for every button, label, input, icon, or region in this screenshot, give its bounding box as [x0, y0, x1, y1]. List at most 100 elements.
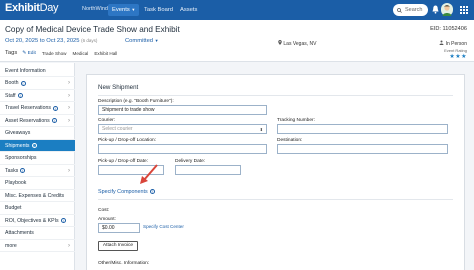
tag-chip[interactable]: Medical: [73, 51, 89, 56]
sidebar-item-giveaways[interactable]: Giveaways: [0, 128, 75, 140]
sidebar-item-label: Sponsorships: [5, 155, 37, 161]
rating-label: Event Rating: [444, 48, 467, 53]
sidebar-item-label: Shipments: [5, 142, 30, 149]
amount-label: Amount:: [98, 217, 116, 222]
info-icon[interactable]: i: [60, 218, 66, 223]
date-separator: to: [39, 38, 45, 44]
other-info-label: Other/Misc. Information:: [98, 261, 150, 266]
tracking-label: Tracking Number:: [277, 118, 315, 123]
sidebar-item-misc-expenses-credits[interactable]: Misc. Expenses & Credits: [0, 190, 75, 202]
sidebar-item-attachments[interactable]: Attachments: [0, 228, 75, 240]
delivery-date-label: Delivery Date:: [175, 159, 206, 164]
sidebar-item-label: Travel Reservations: [5, 105, 51, 111]
tags-label: Tags: [5, 50, 18, 56]
chevron-right-icon: ›: [68, 80, 70, 86]
event-location: Las Vegas, NV: [278, 40, 316, 47]
sidebar-item-more[interactable]: more ›: [0, 240, 75, 252]
chevron-down-icon: ▼: [154, 38, 159, 43]
sidebar-item-label: more: [5, 242, 17, 249]
tracking-input[interactable]: [277, 124, 448, 134]
divider: [98, 95, 453, 96]
info-icon[interactable]: i: [31, 143, 37, 148]
status-dropdown[interactable]: Committed ▼: [125, 38, 159, 44]
specify-components-heading: Specify Components?: [98, 189, 155, 195]
tag-chip[interactable]: Trade Show: [42, 51, 67, 56]
sidebar-item-label: Tasks: [5, 167, 19, 174]
chevron-right-icon: ›: [68, 167, 70, 174]
sidebar-item-tasks[interactable]: Tasks i ›: [0, 165, 75, 177]
tag-chip[interactable]: Exhibit Hall: [94, 51, 117, 56]
sidebar-item-label: ROI, Objectives & KPIs: [5, 217, 59, 224]
chevron-right-icon: ›: [68, 92, 70, 99]
sidebar-item-budget[interactable]: Budget: [0, 203, 75, 215]
search-icon: [397, 7, 402, 13]
date-end: Oct 23, 2025: [46, 38, 80, 44]
info-icon[interactable]: i: [20, 168, 26, 173]
sidebar-item-label: Misc. Expenses & Credits: [5, 192, 65, 199]
date-duration: (6 days): [81, 38, 98, 43]
nav-events[interactable]: Events ▼: [108, 4, 140, 16]
sidebar-item-label: Giveaways: [5, 130, 31, 136]
info-icon[interactable]: i: [20, 80, 26, 86]
info-icon[interactable]: i: [52, 105, 58, 111]
bell-icon[interactable]: [432, 5, 439, 14]
courier-placeholder: Select courier: [102, 126, 133, 132]
attach-invoice-button[interactable]: Attach Invoice: [98, 241, 138, 251]
select-arrows-icon: ⬍: [259, 127, 263, 132]
sidebar-item-label: Playbook: [5, 180, 27, 186]
chevron-right-icon: ›: [68, 242, 70, 249]
amount-input[interactable]: $0.00: [98, 223, 140, 233]
rating-stars: ★★★: [449, 54, 467, 60]
info-icon[interactable]: i: [17, 93, 23, 98]
event-rating[interactable]: Event Rating ★★★: [444, 48, 467, 60]
event-header: Copy of Medical Device Trade Show and Ex…: [0, 20, 474, 62]
nav-task-board[interactable]: Task Board: [140, 4, 177, 16]
status-label: Committed: [125, 38, 154, 44]
destination-input[interactable]: [277, 144, 448, 154]
specify-cost-center-link[interactable]: Specify Cost Center: [143, 224, 184, 229]
divider: [98, 199, 453, 200]
sidebar-item-event-information[interactable]: Event Information: [0, 65, 75, 77]
person-icon: [439, 40, 444, 45]
description-input[interactable]: Shipment to trade show: [98, 105, 267, 115]
format-text: In Person: [445, 41, 467, 47]
courier-select[interactable]: Select courier ⬍: [98, 124, 267, 134]
page-title: Copy of Medical Device Trade Show and Ex…: [5, 25, 180, 34]
sidebar-item-asset-reservations[interactable]: Asset Reservations i ›: [0, 115, 75, 127]
components-label: Specify Components: [98, 189, 148, 195]
top-bar: ExhibitDay NorthWind Star▼ Events ▼ Task…: [0, 0, 474, 20]
help-icon[interactable]: ?: [149, 189, 155, 194]
nav-events-label: Events: [112, 7, 130, 13]
event-id: EID: 11052406: [430, 26, 467, 32]
panel-title: New Shipment: [98, 84, 139, 91]
logo-accent-text: Day: [39, 2, 59, 14]
sidebar-item-shipments[interactable]: Shipments i: [0, 140, 75, 152]
app-logo[interactable]: ExhibitDay: [5, 2, 59, 14]
sidebar-item-booth[interactable]: Booth i ›: [0, 78, 75, 90]
sidebar-item-sponsorships[interactable]: Sponsorships: [0, 153, 75, 165]
sidebar-item-label: Booth: [5, 80, 19, 86]
sidebar-item-roi-objectives-kpis[interactable]: ROI, Objectives & KPIs i: [0, 215, 75, 227]
apps-grid-icon[interactable]: [460, 6, 468, 14]
event-dates[interactable]: Oct 20, 2025 to Oct 23, 2025 (6 days): [5, 38, 97, 44]
map-pin-icon: [278, 40, 282, 45]
sidebar-item-label: Budget: [5, 205, 22, 211]
sidebar-item-staff[interactable]: Staff i ›: [0, 90, 75, 102]
sidebar-item-travel-reservations[interactable]: Travel Reservations i ›: [0, 103, 75, 115]
edit-tags-button[interactable]: ✎ Edit: [22, 51, 36, 56]
avatar[interactable]: [441, 3, 453, 16]
info-icon[interactable]: i: [51, 118, 57, 123]
pickup-location-input[interactable]: [98, 144, 267, 154]
tags-row: Tags ✎ Edit Trade Show Medical Exhibit H…: [5, 50, 117, 56]
sidebar-item-label: Staff: [5, 92, 16, 99]
sidebar-item-playbook[interactable]: Playbook: [0, 178, 75, 190]
pickup-location-label: Pick-up / Drop-off Location:: [98, 138, 157, 143]
search-box[interactable]: Search: [393, 4, 428, 16]
description-label: Description (e.g. "Booth Furniture"):: [98, 99, 174, 104]
delivery-date-input[interactable]: [175, 165, 241, 175]
event-sidebar: Event Information Booth i › Staff i › Travel Re…: [0, 63, 75, 270]
chevron-right-icon: ›: [68, 117, 70, 124]
nav-assets[interactable]: Assets: [176, 4, 201, 16]
date-start: Oct 20, 2025: [5, 38, 39, 44]
location-text: Las Vegas, NV: [283, 41, 317, 47]
